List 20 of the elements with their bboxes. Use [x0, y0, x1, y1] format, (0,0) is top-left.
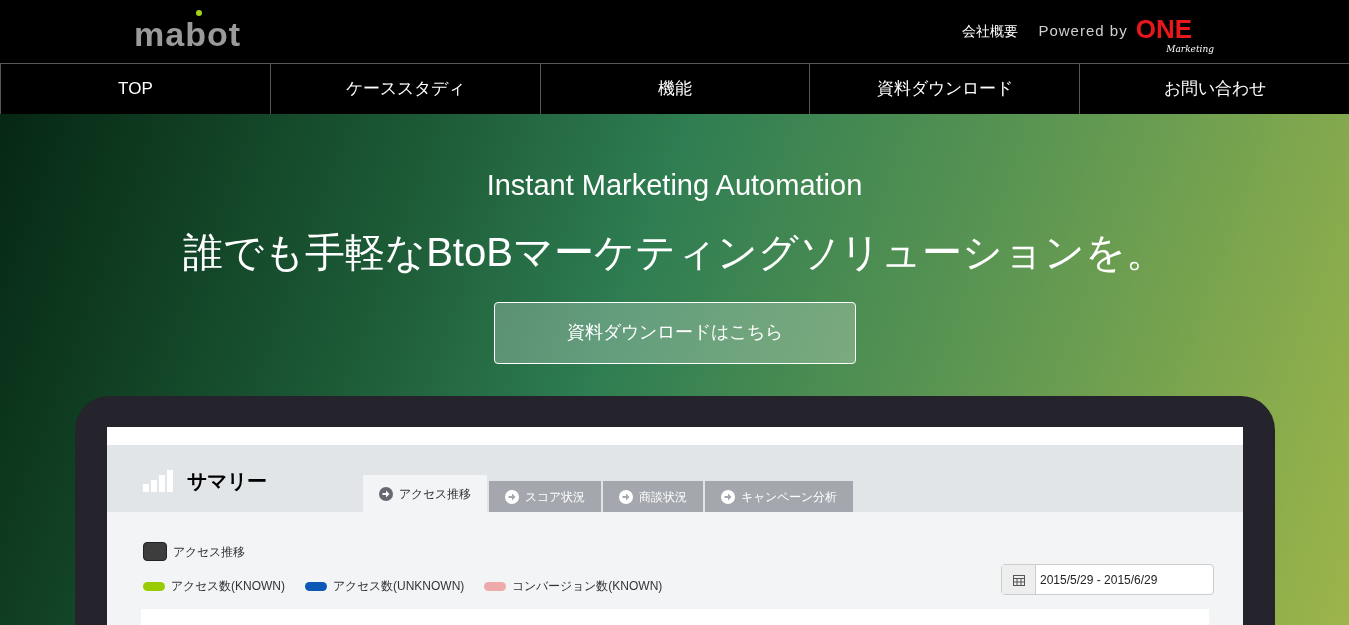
arrow-right-icon — [721, 489, 735, 504]
app-title: サマリー — [187, 468, 267, 494]
hero-subtitle: Instant Marketing Automation — [486, 168, 863, 203]
bar-chart-icon — [143, 469, 175, 492]
section-title: アクセス推移 — [173, 543, 245, 561]
brand-logo[interactable]: ONE Marketing — [1135, 8, 1214, 55]
legend-label: アクセス数(UNKNOWN) — [333, 578, 465, 595]
legend-label: コンバージョン数(KNOWN) — [512, 578, 663, 595]
logo[interactable]: mabot — [134, 9, 241, 54]
arrow-right-icon — [379, 486, 393, 501]
powered-by-text: Powered by — [1038, 21, 1128, 42]
arrow-right-icon — [505, 489, 519, 504]
header-link[interactable]: 会社概要 — [962, 21, 1019, 42]
date-range-field[interactable]: 2015/5/29 - 2015/6/29 — [1001, 564, 1214, 595]
arrow-right-icon — [619, 489, 633, 504]
section-icon — [143, 542, 167, 561]
calendar-icon — [1002, 565, 1036, 594]
tab[interactable]: アクセス推移 — [363, 475, 487, 512]
legend-label: アクセス数(KNOWN) — [171, 578, 285, 595]
hero-title: 誰でも手軽なBtoBマーケティングソリューションを。 — [183, 228, 1166, 276]
